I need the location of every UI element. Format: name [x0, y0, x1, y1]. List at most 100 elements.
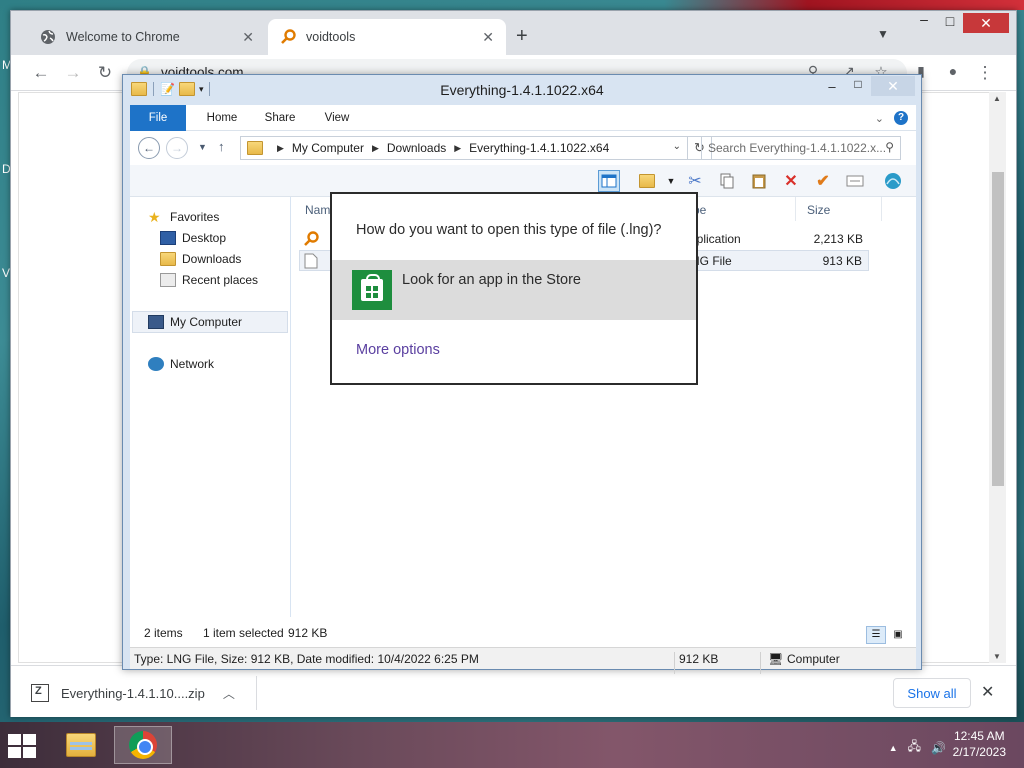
- properties-icon[interactable]: [844, 170, 866, 192]
- nav-item-desktop[interactable]: Desktop: [160, 228, 226, 248]
- nav-item-favorites[interactable]: ★ Favorites: [148, 207, 219, 227]
- tab-voidtools[interactable]: voidtools ✕: [268, 19, 506, 55]
- globe-icon: [40, 29, 56, 45]
- rename-check-icon[interactable]: ✔: [812, 170, 834, 192]
- page-scrollbar[interactable]: ▲ ▼: [989, 92, 1006, 663]
- explorer-title: Everything-1.4.1.1022.x64: [440, 82, 604, 98]
- close-tab-icon[interactable]: ✕: [482, 29, 494, 46]
- breadcrumb-chevron-icon[interactable]: ▶: [454, 143, 461, 154]
- taskbar-file-explorer[interactable]: [52, 726, 110, 764]
- close-download-bar-button[interactable]: ✕: [981, 682, 994, 702]
- breadcrumb-item[interactable]: Everything-1.4.1.1022.x64: [469, 141, 609, 155]
- tab-welcome-to-chrome[interactable]: Welcome to Chrome ✕: [28, 19, 266, 55]
- look-in-store-option[interactable]: Look for an app in the Store: [332, 260, 696, 320]
- clock[interactable]: 12:45 AM 2/17/2023: [953, 728, 1006, 760]
- explorer-titlebar[interactable]: 📝 ▾ Everything-1.4.1.1022.x64 – □ ✕: [123, 75, 921, 105]
- help-icon[interactable]: ?: [894, 111, 908, 125]
- scroll-thumb[interactable]: [992, 172, 1004, 486]
- details-view-icon[interactable]: ☰: [866, 626, 886, 644]
- ribbon-expand-chevron-icon[interactable]: ⌄: [875, 112, 884, 125]
- computer-icon: [148, 315, 164, 329]
- scroll-up-icon[interactable]: ▲: [993, 94, 1001, 103]
- forward-button[interactable]: →: [61, 63, 85, 83]
- cut-icon[interactable]: ✂: [684, 170, 706, 192]
- explorer-maximize-button[interactable]: □: [849, 77, 867, 91]
- tab-title: Welcome to Chrome: [66, 30, 180, 44]
- tab-share[interactable]: Share: [250, 105, 310, 131]
- ribbon-tabs: File Home Share View ⌄ ?: [130, 105, 916, 131]
- breadcrumb[interactable]: ▶ My Computer ▶ Downloads ▶ Everything-1…: [240, 136, 688, 160]
- folder-icon: [247, 141, 263, 155]
- forward-arrow-icon[interactable]: →: [166, 137, 188, 159]
- blank-file-icon: [304, 253, 318, 272]
- clock-date: 2/17/2023: [952, 745, 1006, 759]
- breadcrumb-chevron-icon[interactable]: ▶: [372, 143, 379, 154]
- breadcrumb-chevron-icon[interactable]: ▶: [277, 143, 284, 154]
- preview-pane-icon[interactable]: [598, 170, 620, 192]
- new-tab-button[interactable]: +: [516, 25, 528, 48]
- breadcrumb-item[interactable]: Downloads: [387, 141, 446, 155]
- start-button[interactable]: [8, 734, 38, 758]
- recent-locations-chevron-icon[interactable]: ▼: [198, 142, 207, 152]
- close-tab-icon[interactable]: ✕: [242, 29, 254, 46]
- scroll-down-icon[interactable]: ▼: [993, 652, 1001, 661]
- clock-time: 12:45 AM: [953, 729, 1005, 743]
- column-header-size[interactable]: Size: [807, 203, 830, 217]
- explorer-close-button[interactable]: ✕: [871, 76, 915, 96]
- network-icon[interactable]: 🖧: [908, 737, 921, 758]
- explorer-status-bar: 2 items 1 item selected 912 KB ☰ ▣: [130, 617, 916, 647]
- column-header-name[interactable]: Nam: [305, 203, 330, 217]
- search-input[interactable]: Search Everything-1.4.1.1022.x... ⚲: [701, 136, 901, 160]
- selection-size: 912 KB: [288, 626, 328, 640]
- desktop-icon-label[interactable]: V: [2, 266, 10, 280]
- downloads-folder-icon: [160, 252, 176, 266]
- taskbar-chrome[interactable]: [114, 726, 172, 764]
- breadcrumb-item[interactable]: My Computer: [292, 141, 364, 155]
- nav-item-downloads[interactable]: Downloads: [160, 249, 241, 269]
- show-all-downloads-button[interactable]: Show all: [893, 678, 971, 708]
- more-options-link[interactable]: More options: [356, 342, 440, 358]
- profile-avatar-icon[interactable]: ●: [941, 63, 965, 79]
- close-window-button[interactable]: ✕: [963, 13, 1009, 33]
- nav-item-recent-places[interactable]: Recent places: [160, 270, 258, 290]
- tab-title: voidtools: [306, 30, 356, 44]
- file-details-text: Type: LNG File, Size: 912 KB, Date modif…: [134, 652, 479, 666]
- search-icon[interactable]: ⚲: [885, 140, 894, 154]
- shell-icon[interactable]: [882, 170, 904, 192]
- store-icon: [352, 270, 392, 310]
- explorer-minimize-button[interactable]: –: [823, 79, 841, 94]
- nav-item-network[interactable]: Network: [148, 354, 214, 374]
- open-with-dialog: How do you want to open this type of fil…: [330, 192, 698, 385]
- store-option-label: Look for an app in the Store: [402, 272, 581, 288]
- taskbar: ▲ 🖧 🔊 12:45 AM 2/17/2023: [0, 722, 1024, 768]
- large-icons-view-icon[interactable]: ▣: [888, 626, 908, 644]
- tray-overflow-icon[interactable]: ▲: [889, 743, 898, 753]
- address-row: ← → ▼ ↑ ▶ My Computer ▶ Downloads ▶ Ever…: [130, 131, 916, 165]
- network-icon: [148, 357, 164, 371]
- delete-icon[interactable]: ✕: [780, 170, 802, 192]
- tab-home[interactable]: Home: [194, 105, 250, 131]
- back-arrow-icon[interactable]: ←: [138, 137, 160, 159]
- volume-icon[interactable]: 🔊: [931, 741, 946, 755]
- check-folder-icon[interactable]: [636, 170, 658, 192]
- tab-search-chevron-icon[interactable]: ▼: [877, 27, 889, 41]
- copy-icon[interactable]: [716, 170, 738, 192]
- back-button[interactable]: ←: [29, 63, 53, 83]
- tab-view[interactable]: View: [310, 105, 364, 131]
- dropdown-icon[interactable]: ▼: [660, 170, 682, 192]
- up-arrow-icon[interactable]: ↑: [218, 139, 225, 154]
- menu-kebab-button[interactable]: ⋮: [973, 63, 997, 83]
- chevron-up-icon[interactable]: ︿: [223, 685, 235, 702]
- voidtools-key-icon: [280, 29, 296, 45]
- address-dropdown-icon[interactable]: ⌄: [673, 141, 681, 152]
- dialog-question: How do you want to open this type of fil…: [356, 222, 662, 238]
- download-item[interactable]: Everything-1.4.1.10....zip ︿: [31, 676, 257, 710]
- maximize-button[interactable]: □: [935, 13, 965, 29]
- nav-item-my-computer[interactable]: My Computer: [148, 312, 242, 332]
- tab-file[interactable]: File: [130, 105, 186, 131]
- recent-places-icon: [160, 273, 176, 287]
- reload-button[interactable]: ↻: [93, 63, 117, 83]
- zip-file-icon: [31, 684, 49, 702]
- paste-icon[interactable]: [748, 170, 770, 192]
- selection-count: 1 item selected: [203, 626, 284, 640]
